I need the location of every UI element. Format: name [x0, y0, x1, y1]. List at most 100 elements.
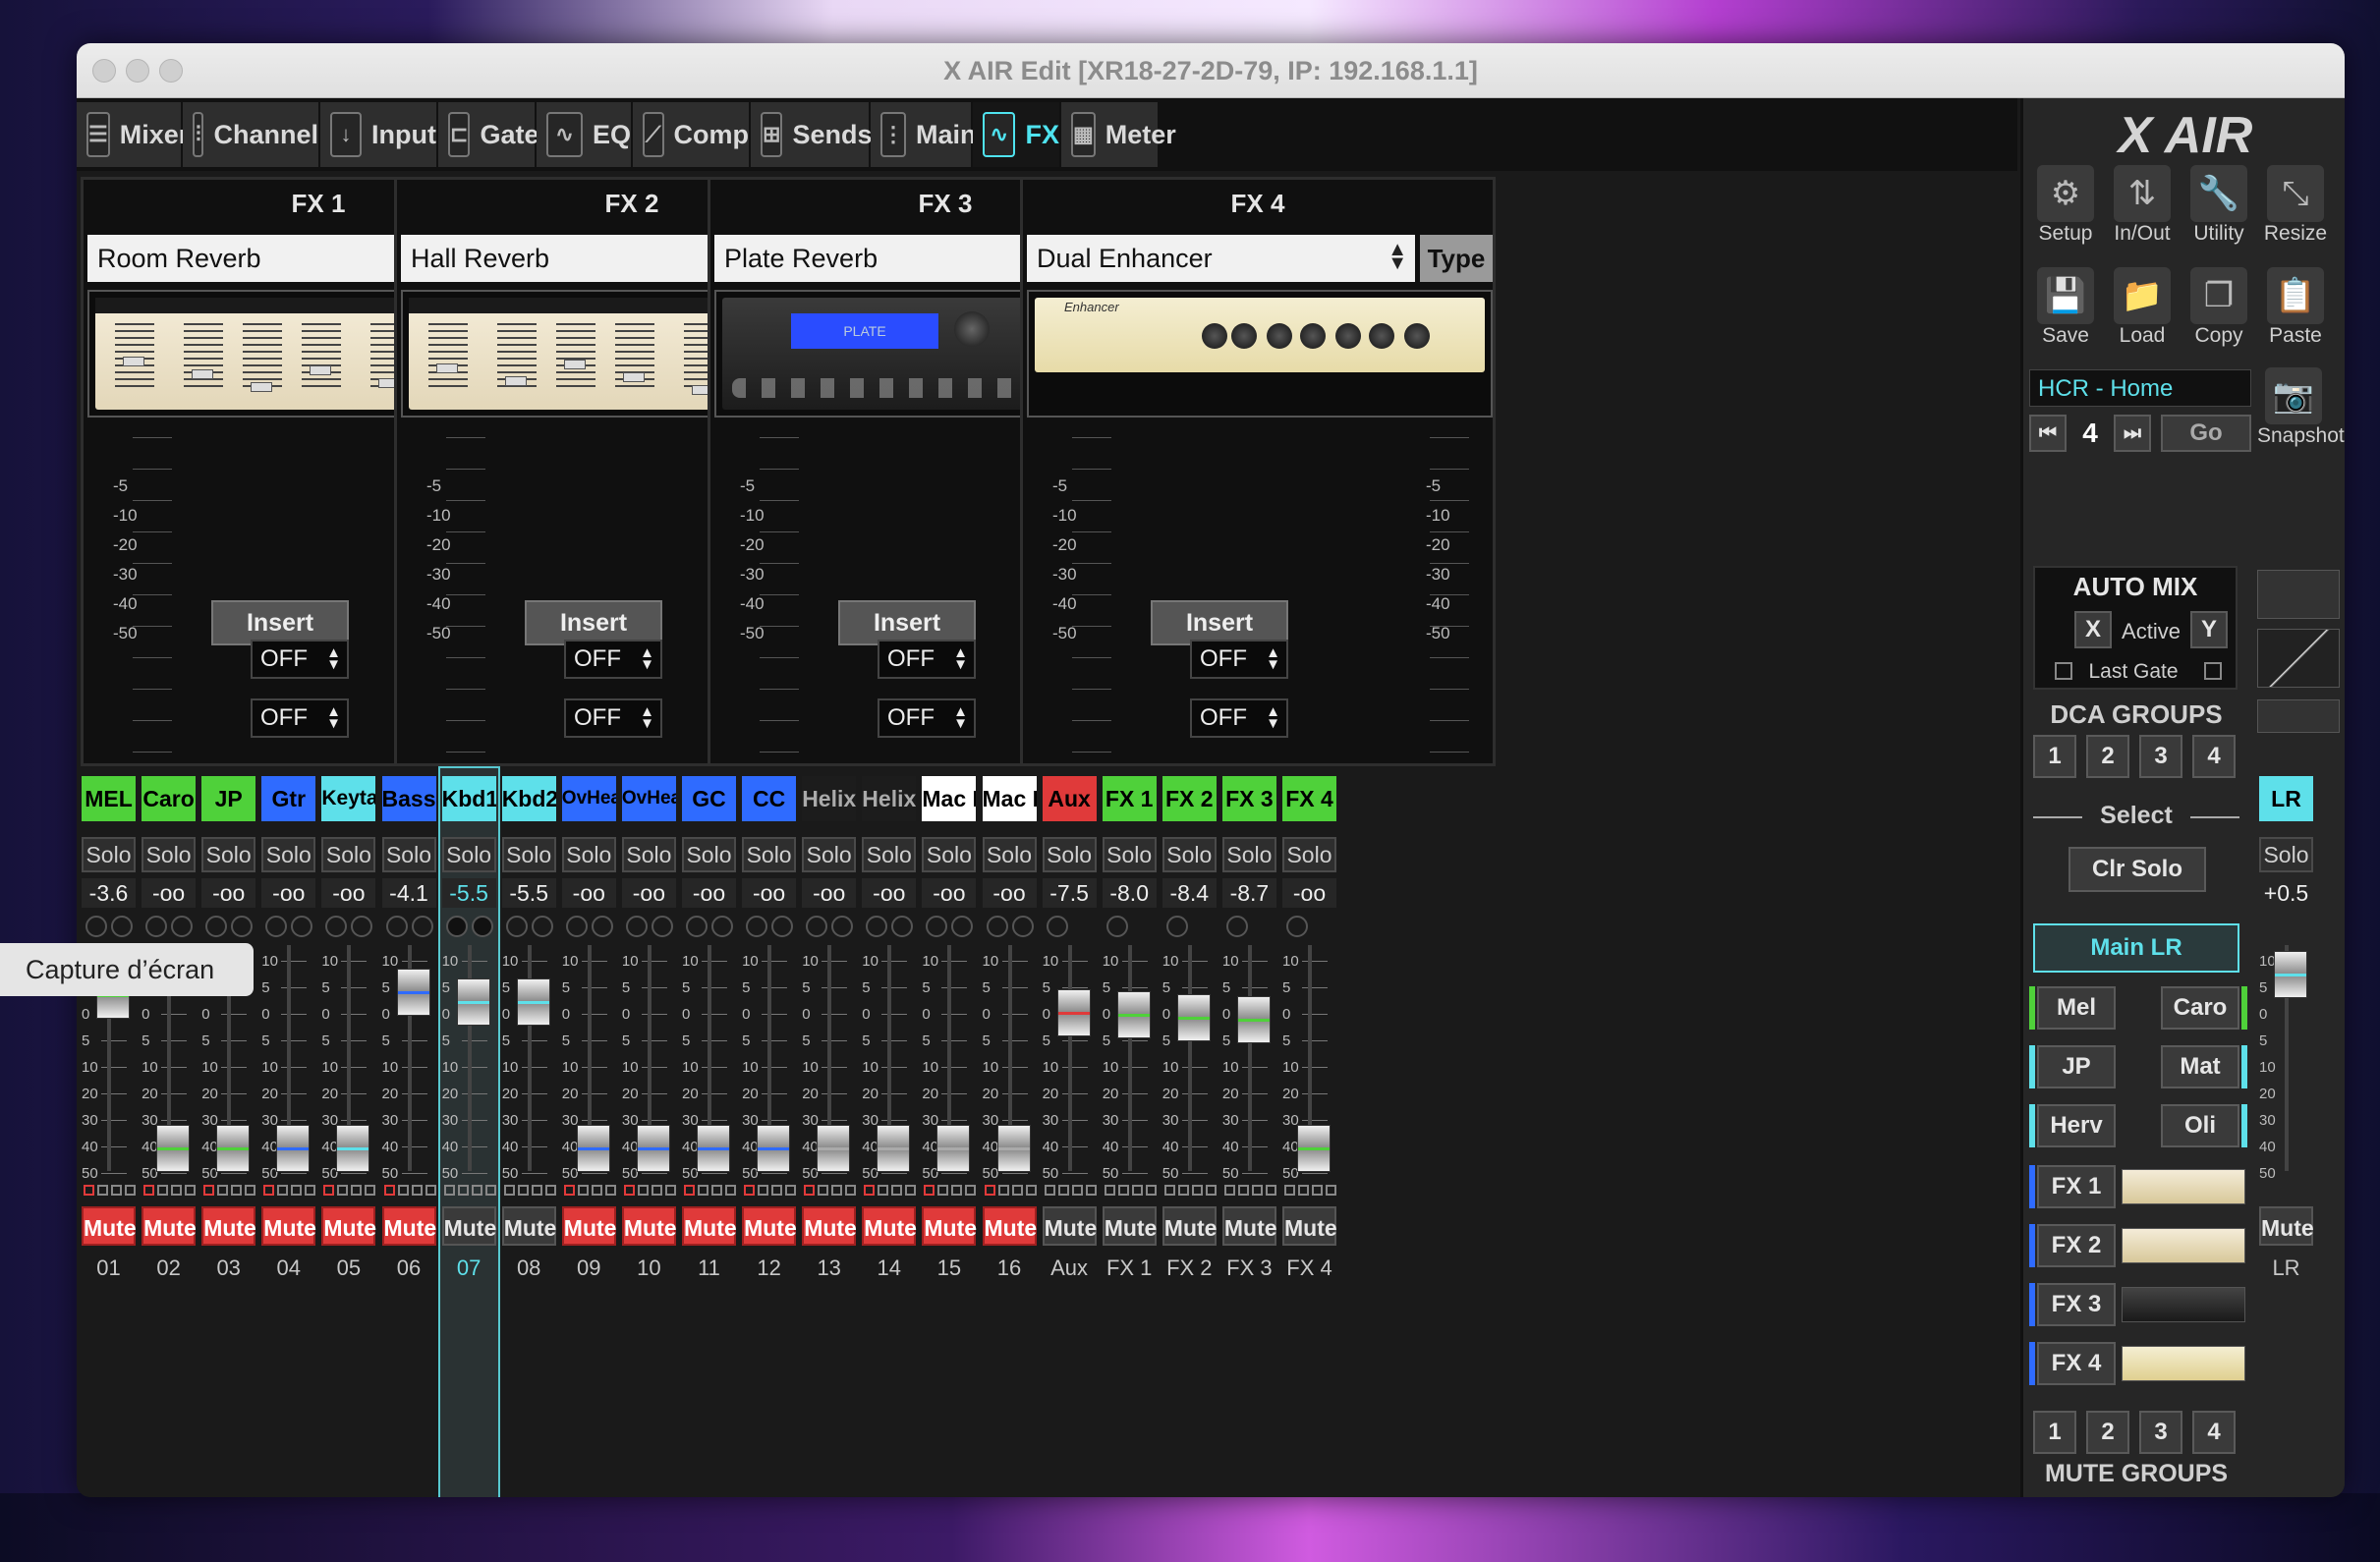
last-gate-checkbox-right[interactable]: [2204, 662, 2222, 680]
mute-group-led[interactable]: [1326, 1185, 1336, 1196]
mute-group-led[interactable]: [818, 1185, 829, 1196]
fx-return-thumbnail[interactable]: [2122, 1287, 2245, 1322]
send-button-herv[interactable]: Herv: [2037, 1104, 2116, 1147]
fx-source-select[interactable]: OFF ▲ ▼: [251, 698, 349, 738]
mute-button[interactable]: Mute: [142, 1206, 197, 1246]
mute-group-led[interactable]: [1191, 1185, 1203, 1196]
indicator-dot[interactable]: [351, 916, 373, 937]
fx-thumbnail[interactable]: Enhancer: [1027, 290, 1493, 418]
indicator-dot[interactable]: [231, 916, 254, 937]
mute-group-led[interactable]: [878, 1185, 889, 1196]
solo-button[interactable]: Solo: [1042, 837, 1097, 872]
solo-button[interactable]: Solo: [501, 837, 556, 872]
mute-group-led[interactable]: [1223, 1185, 1235, 1196]
send-button-oli[interactable]: Oli: [2161, 1104, 2239, 1147]
mute-button[interactable]: Mute: [82, 1206, 137, 1246]
mute-group-led[interactable]: [758, 1185, 769, 1196]
next-snapshot-button[interactable]: ⏭: [2114, 415, 2151, 452]
fader-cap[interactable]: [456, 977, 490, 1026]
main-fader-cap[interactable]: [2274, 950, 2307, 998]
mute-group-led[interactable]: [651, 1185, 662, 1196]
tab-main[interactable]: ⋮ Main: [871, 102, 977, 167]
clr-solo-button[interactable]: Clr Solo: [2068, 847, 2206, 892]
fx-return-button[interactable]: FX 3: [2037, 1283, 2116, 1326]
mute-group-led[interactable]: [864, 1185, 876, 1196]
dca-group-button[interactable]: 2: [2086, 735, 2129, 778]
fx-return-thumbnail[interactable]: [2122, 1228, 2245, 1263]
mute-group-led[interactable]: [1104, 1185, 1115, 1196]
mute-group-led[interactable]: [623, 1185, 635, 1196]
snapshot-camera-button[interactable]: 📷 Snapshot: [2257, 367, 2345, 458]
mute-group-led[interactable]: [1011, 1185, 1023, 1196]
mute-group-led[interactable]: [831, 1185, 843, 1196]
last-gate-checkbox[interactable]: [2055, 662, 2072, 680]
fader-cap[interactable]: [216, 1125, 251, 1172]
fader-cap[interactable]: [336, 1125, 370, 1172]
indicator-dot[interactable]: [1105, 916, 1128, 937]
mute-group-button[interactable]: 4: [2192, 1411, 2236, 1454]
previous-snapshot-button[interactable]: ⏮: [2029, 415, 2067, 452]
mute-group-led[interactable]: [804, 1185, 816, 1196]
channel-name[interactable]: OvHead: [561, 776, 616, 821]
mute-group-led[interactable]: [1205, 1185, 1217, 1196]
mute-group-led[interactable]: [84, 1185, 94, 1196]
fx-return-button[interactable]: FX 4: [2037, 1342, 2116, 1385]
indicator-dot[interactable]: [625, 916, 648, 937]
solo-button[interactable]: Solo: [922, 837, 977, 872]
send-button-mat[interactable]: Mat: [2161, 1045, 2239, 1088]
indicator-dot[interactable]: [866, 916, 888, 937]
indicator-dot[interactable]: [1286, 916, 1308, 937]
indicator-dot[interactable]: [686, 916, 708, 937]
mute-group-button[interactable]: 1: [2033, 1411, 2076, 1454]
mute-group-led[interactable]: [457, 1185, 469, 1196]
indicator-dot[interactable]: [651, 916, 673, 937]
channel-name[interactable]: Mac R: [982, 776, 1037, 821]
dca-group-button[interactable]: 4: [2192, 735, 2236, 778]
mute-group-led[interactable]: [157, 1185, 169, 1196]
mute-group-led[interactable]: [323, 1185, 335, 1196]
mute-group-led[interactable]: [97, 1185, 108, 1196]
fader-cap[interactable]: [877, 1125, 911, 1172]
indicator-dot[interactable]: [806, 916, 828, 937]
solo-button[interactable]: Solo: [802, 837, 857, 872]
mute-group-led[interactable]: [1025, 1185, 1037, 1196]
mute-button[interactable]: Mute: [682, 1206, 737, 1246]
mute-group-led[interactable]: [1131, 1185, 1143, 1196]
mute-group-led[interactable]: [1177, 1185, 1189, 1196]
mute-group-led[interactable]: [1145, 1185, 1157, 1196]
mute-button[interactable]: Mute: [381, 1206, 436, 1246]
solo-button[interactable]: Solo: [561, 837, 616, 872]
mute-group-led[interactable]: [891, 1185, 903, 1196]
solo-button[interactable]: Solo: [982, 837, 1037, 872]
mute-group-led[interactable]: [351, 1185, 363, 1196]
indicator-dot[interactable]: [445, 916, 468, 937]
paste-button[interactable]: 📋 Paste: [2259, 267, 2332, 358]
indicator-dot[interactable]: [471, 916, 493, 937]
mute-group-led[interactable]: [245, 1185, 256, 1196]
mute-group-button[interactable]: 2: [2086, 1411, 2129, 1454]
mute-group-led[interactable]: [905, 1185, 917, 1196]
fx-source-select[interactable]: OFF ▲ ▼: [1190, 640, 1288, 679]
mute-button[interactable]: Mute: [922, 1206, 977, 1246]
indicator-dot[interactable]: [951, 916, 974, 937]
mute-button[interactable]: Mute: [561, 1206, 616, 1246]
mute-group-led[interactable]: [725, 1185, 736, 1196]
mute-button[interactable]: Mute: [982, 1206, 1037, 1246]
mute-group-led[interactable]: [924, 1185, 935, 1196]
fx-return-button[interactable]: FX 2: [2037, 1224, 2116, 1267]
channel-name[interactable]: FX 1: [1102, 776, 1157, 821]
mute-group-led[interactable]: [263, 1185, 275, 1196]
tab-sends[interactable]: ⊞ Sends: [751, 102, 872, 167]
fx-type-select[interactable]: Dual Enhancer ▲ ▼: [1027, 235, 1415, 282]
mute-group-led[interactable]: [951, 1185, 963, 1196]
mute-group-led[interactable]: [203, 1185, 215, 1196]
type-button[interactable]: Type: [1420, 235, 1493, 282]
mute-group-led[interactable]: [604, 1185, 616, 1196]
solo-button[interactable]: Solo: [201, 837, 256, 872]
fader-cap[interactable]: [1056, 989, 1091, 1036]
mute-group-led[interactable]: [484, 1185, 496, 1196]
fader-cap[interactable]: [936, 1125, 971, 1172]
mute-group-led[interactable]: [111, 1185, 122, 1196]
mute-button[interactable]: Mute: [1162, 1206, 1217, 1246]
channel-name[interactable]: FX 3: [1221, 776, 1276, 821]
